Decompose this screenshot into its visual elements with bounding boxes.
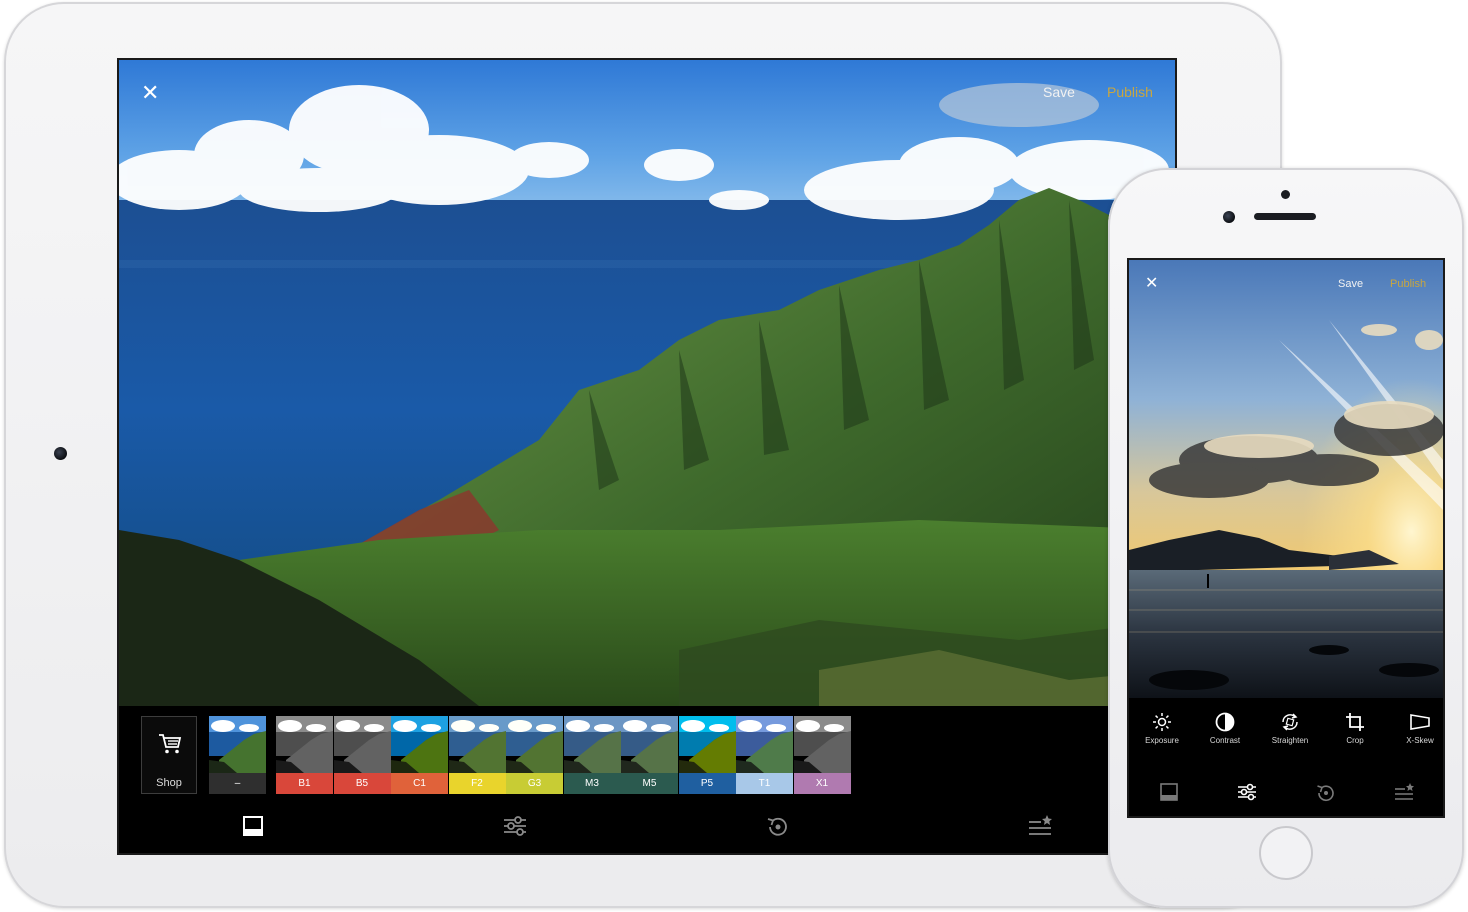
ipad-screen: ✕ Save Publish Shop – B1 B5 C1 F2 G3 M3 M5 P5 T1 X… [117,58,1177,855]
filter-tile[interactable]: C1 [391,716,448,794]
bottom-nav [1129,772,1443,816]
filter-tile[interactable]: F2 [448,716,506,794]
filter-label: T1 [736,773,793,794]
presets-icon[interactable] [241,814,265,838]
filter-thumbnail [563,716,621,773]
tool-contrast[interactable]: Contrast [1195,712,1255,745]
filter-thumbnail [506,716,563,773]
close-icon[interactable]: ✕ [1145,276,1158,292]
iphone-screen: ✕ Save Publish Exposure Contrast Straigh… [1127,258,1445,818]
filter-tile[interactable]: T1 [736,716,793,794]
adjust-icon[interactable] [1236,782,1258,802]
filter-thumbnail [793,716,851,773]
filter-thumbnail [391,716,448,773]
filter-tile[interactable]: G3 [506,716,563,794]
tool-label: Exposure [1145,736,1179,745]
save-button[interactable]: Save [1043,84,1075,100]
adjust-icon[interactable] [502,814,528,838]
publish-button[interactable]: Publish [1390,278,1426,290]
filter-thumbnail [209,716,266,773]
tools-row: Exposure Contrast Straighten Crop X-Skew [1129,698,1443,772]
shop-button[interactable]: Shop [141,716,197,794]
ipad-device: ✕ Save Publish Shop – B1 B5 C1 F2 G3 M3 M5 P5 T1 X… [4,2,1282,908]
iphone-speaker [1254,213,1316,220]
filter-label: F2 [448,773,506,794]
publish-button[interactable]: Publish [1107,84,1153,100]
filter-label: P5 [678,773,736,794]
filter-label: – [209,773,266,794]
filter-tile[interactable]: B5 [333,716,391,794]
history-icon[interactable] [1315,782,1337,804]
filter-tile[interactable]: B1 [276,716,333,794]
filter-tile[interactable]: P5 [678,716,736,794]
filter-label: G3 [506,773,563,794]
filter-tile[interactable]: X1 [793,716,851,794]
tool-x-skew[interactable]: X-Skew [1390,712,1443,745]
iphone-camera [1223,211,1235,223]
ipad-camera [54,447,67,460]
recipes-icon[interactable] [1027,814,1053,838]
shop-label: Shop [156,777,182,789]
editor-topbar: ✕ Save Publish [119,60,1175,120]
cart-icon [159,734,182,754]
save-button[interactable]: Save [1338,278,1363,290]
photo-canvas [119,60,1175,706]
filter-label: M5 [621,773,678,794]
iphone-sensor [1281,190,1290,199]
filter-label: B5 [333,773,391,794]
sun-icon [1153,713,1171,731]
skew-icon [1410,714,1430,730]
contrast-icon [1215,712,1235,732]
tool-label: Crop [1346,736,1364,745]
filter-thumbnail [678,716,736,773]
presets-icon[interactable] [1159,782,1179,802]
filter-label: M3 [563,773,621,794]
filter-thumbnail [736,716,793,773]
recipes-icon[interactable] [1393,782,1415,802]
iphone-device: ✕ Save Publish Exposure Contrast Straigh… [1108,168,1464,908]
filter-thumbnail [276,716,333,773]
sunset-photo [1129,260,1443,698]
photo-canvas [1129,260,1443,698]
crop-icon [1346,713,1364,731]
tool-label: Straighten [1271,736,1309,745]
tool-exposure[interactable]: Exposure [1132,712,1192,745]
product-shot: ✕ Save Publish Shop – B1 B5 C1 F2 G3 M3 M5 P5 T1 X… [0,0,1468,912]
filter-thumbnail [448,716,506,773]
tool-label: X-Skew [1406,736,1434,745]
filter-label: X1 [793,773,851,794]
filter-tile[interactable]: M5 [621,716,678,794]
filter-thumbnail [333,716,391,773]
home-button[interactable] [1259,826,1313,880]
close-icon[interactable]: ✕ [141,82,159,104]
tool-label: Contrast [1209,736,1241,745]
filter-strip: Shop – B1 B5 C1 F2 G3 M3 M5 P5 T1 X1 [119,706,1175,802]
filter-thumbnail [621,716,678,773]
history-icon[interactable] [765,814,791,840]
landscape-photo [119,60,1175,706]
tool-crop[interactable]: Crop [1325,712,1385,745]
tool-straighten[interactable]: Straighten [1260,712,1320,745]
bottom-nav [119,802,1175,853]
rotate-icon [1282,713,1298,731]
filter-label: B1 [276,773,333,794]
filter-tile[interactable]: – [209,716,266,794]
filter-label: C1 [391,773,448,794]
filter-tile[interactable]: M3 [563,716,621,794]
